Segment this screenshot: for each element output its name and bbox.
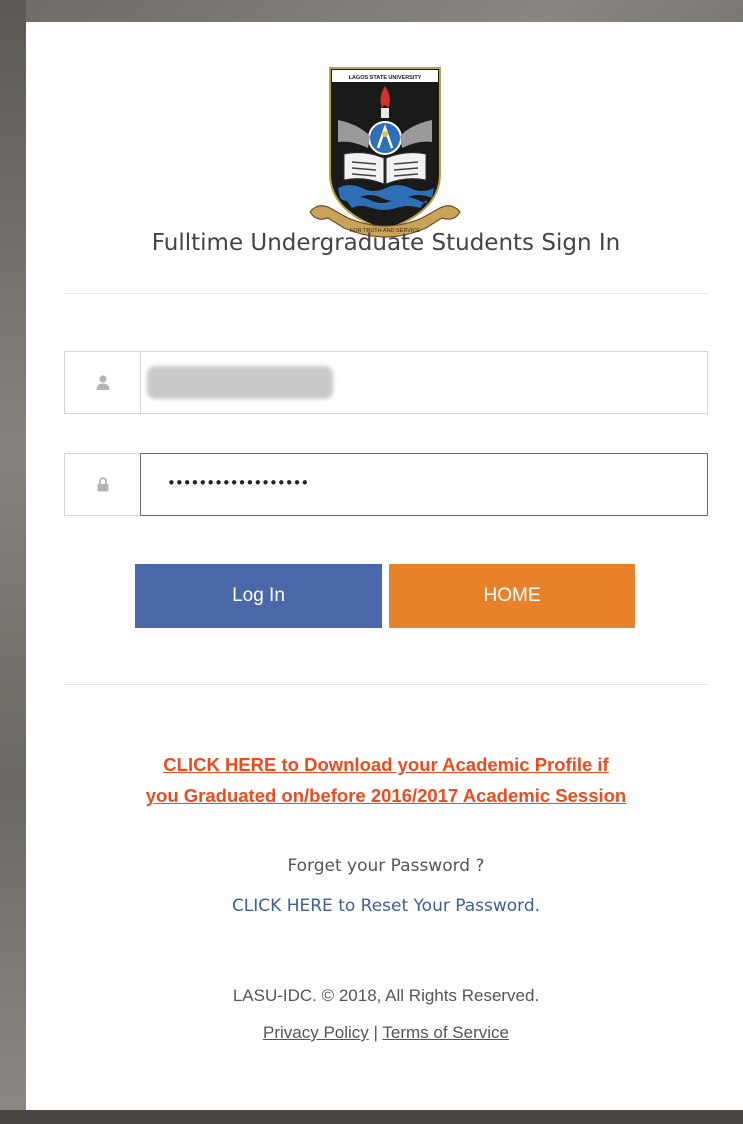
username-input-group: [64, 351, 708, 414]
privacy-policy-link[interactable]: Privacy Policy: [263, 1023, 369, 1042]
password-masked-value: ••••••••••••••••••: [167, 474, 309, 492]
lasu-crest-logo: LAGOS STATE UNIVERSITY FOR TRUTH AND SER…: [309, 67, 461, 238]
logo-banner-text: LAGOS STATE UNIVERSITY: [349, 75, 422, 81]
password-addon: [64, 453, 140, 516]
username-field[interactable]: [140, 351, 708, 414]
download-link-line1: CLICK HERE to Download your Academic Pro…: [163, 754, 609, 775]
user-icon: [96, 375, 109, 390]
download-academic-profile-link[interactable]: CLICK HERE to Download your Academic Pro…: [26, 749, 743, 811]
download-link-line2: you Graduated on/before 2016/2017 Academ…: [145, 785, 627, 806]
login-card: LAGOS STATE UNIVERSITY FOR TRUTH AND SER…: [26, 22, 743, 1110]
username-addon: [64, 351, 140, 414]
reset-password-link[interactable]: CLICK HERE to Reset Your Password.: [26, 896, 743, 916]
home-button[interactable]: HOME: [389, 564, 635, 628]
username-blurred-value: [147, 366, 333, 399]
footer-links: Privacy Policy | Terms of Service: [26, 1023, 743, 1043]
password-field[interactable]: ••••••••••••••••••: [140, 453, 708, 516]
login-button[interactable]: Log In: [135, 564, 382, 628]
background-left-strip: [0, 0, 26, 1124]
page-title: Fulltime Undergraduate Students Sign In: [151, 230, 621, 256]
divider-top: [64, 293, 708, 294]
copyright-text: LASU-IDC. © 2018, All Rights Reserved.: [232, 986, 540, 1005]
background-bottom-strip: [0, 1110, 743, 1124]
password-input-group: ••••••••••••••••••: [64, 453, 708, 516]
terms-of-service-link[interactable]: Terms of Service: [382, 1023, 509, 1042]
divider-bottom: [64, 684, 708, 685]
forget-password-text: Forget your Password ?: [287, 856, 485, 876]
lock-icon: [97, 477, 108, 492]
footer-separator: |: [373, 1023, 378, 1042]
